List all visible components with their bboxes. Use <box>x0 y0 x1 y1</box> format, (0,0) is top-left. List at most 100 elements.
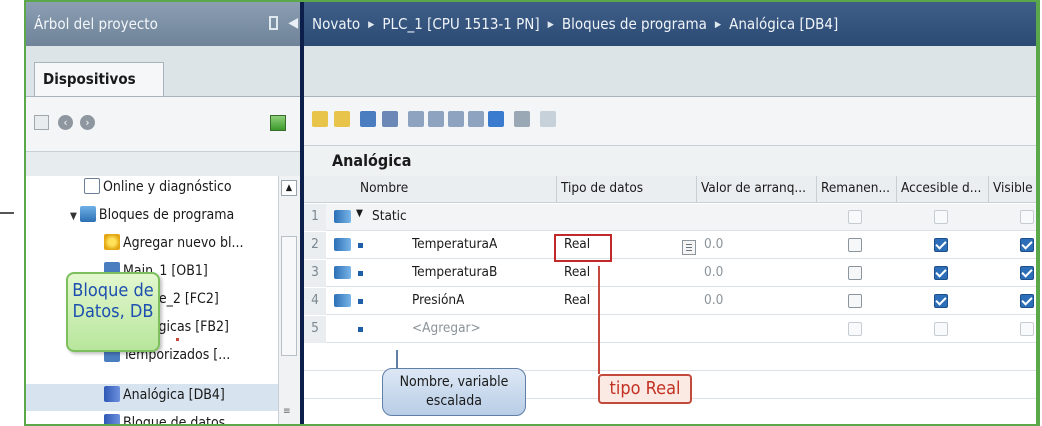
table-row[interactable]: 2 TemperaturaA Real 0.0 <box>304 232 1036 259</box>
table-row-add[interactable]: 5 <Agregar> <box>304 316 1036 343</box>
breadcrumb-arrow-icon: ▶ <box>714 20 722 30</box>
breadcrumb-arrow-icon: ▶ <box>547 20 554 30</box>
project-tree-title-bar: Árbol del proyecto ◀ <box>26 2 300 46</box>
collapse-left-icon[interactable]: ◀ <box>288 15 298 31</box>
scrollbar-thumb[interactable] <box>281 236 297 356</box>
tree-item-online-diagnostics[interactable]: Online y diagnóstico <box>84 178 232 205</box>
breadcrumb: Novato ▶ PLC_1 [CPU 1513-1 PN] ▶ Bloques de … <box>304 2 1036 46</box>
callout-data-block: Bloque de Datos, DB <box>66 272 160 352</box>
copy-snapshot-icon[interactable] <box>428 111 444 127</box>
breadcrumb-program-blocks[interactable]: Bloques de programa <box>562 15 707 33</box>
row-type[interactable]: Real <box>560 260 590 287</box>
type-highlight-box <box>554 234 612 262</box>
table-view-icon[interactable] <box>488 111 504 127</box>
editor-panel: Novato ▶ PLC_1 [CPU 1513-1 PN] ▶ Bloques de … <box>304 2 1036 424</box>
block-title: Analógica <box>332 151 412 170</box>
expand-triangle-icon[interactable]: ▼ <box>70 211 77 222</box>
keep-values-icon[interactable] <box>514 111 530 127</box>
tree-item-analogica-db4[interactable]: Analógica [DB4] <box>104 386 225 413</box>
row-name[interactable]: Static <box>368 204 407 231</box>
load-snapshot-icon[interactable] <box>448 111 464 127</box>
tia-portal-window: Árbol del proyecto ◀ Dispositivos ‹ › On… <box>24 0 1040 426</box>
expand-all-icon[interactable] <box>360 111 376 127</box>
column-header-accesible[interactable]: Accesible d... <box>896 176 988 203</box>
column-header-valor[interactable]: Valor de arranq... <box>696 176 816 203</box>
resize-grip-icon[interactable]: ≡ <box>283 406 291 417</box>
table-row-empty <box>304 344 1036 371</box>
forward-icon[interactable]: › <box>80 115 95 130</box>
table-row[interactable]: 3 TemperaturaB Real 0.0 <box>304 260 1036 287</box>
column-header-remanente[interactable]: Remanen... <box>816 176 896 203</box>
row-name[interactable]: TemperaturaA <box>408 232 497 259</box>
table-row[interactable]: 1 ▼ Static <box>304 204 1036 231</box>
header-spacer <box>326 176 356 203</box>
accessible-checkbox[interactable] <box>934 266 948 280</box>
row-start-value[interactable]: 0.0 <box>700 232 723 259</box>
tree-item-data-block[interactable]: Bloque de datos <box>104 414 225 424</box>
callout-real-type: tipo Real <box>598 374 692 404</box>
collapse-all-icon[interactable] <box>382 111 398 127</box>
table-row[interactable]: 4 PresiónA Real 0.0 <box>304 288 1036 315</box>
tree-item-program-blocks[interactable]: ▼ Bloques de programa <box>70 206 234 233</box>
table-header: Nombre Tipo de datos Valor de arranq... … <box>304 176 1036 203</box>
tree-item-add-block[interactable]: Agregar nuevo bl... <box>104 234 244 261</box>
column-header-tipo[interactable]: Tipo de datos <box>556 176 696 203</box>
row-name[interactable]: TemperaturaB <box>408 260 497 287</box>
accessible-checkbox[interactable] <box>934 294 948 308</box>
tree-spacer <box>26 152 300 176</box>
tab-dispositivos[interactable]: Dispositivos <box>34 62 164 96</box>
column-header-nombre[interactable]: Nombre <box>356 176 556 203</box>
callout-leader <box>176 338 179 341</box>
folder-icon <box>79 206 96 222</box>
data-type-list-icon[interactable] <box>682 240 696 255</box>
add-row-icon[interactable] <box>334 111 350 127</box>
sync-icon[interactable] <box>270 115 286 131</box>
snapshot-icon[interactable] <box>408 111 424 127</box>
db-icon <box>104 386 120 402</box>
row-number: 5 <box>304 316 326 343</box>
collapse-triangle-icon[interactable]: ▼ <box>356 208 363 219</box>
breadcrumb-db[interactable]: Analógica [DB4] <box>729 15 838 33</box>
accessible-checkbox <box>934 322 948 336</box>
project-tree-title: Árbol del proyecto <box>34 15 158 33</box>
breadcrumb-plc[interactable]: PLC_1 [CPU 1513-1 PN] <box>382 15 539 33</box>
scroll-up-icon[interactable]: ▲ <box>281 180 297 196</box>
row-number: 4 <box>304 288 326 315</box>
project-tree-panel: Árbol del proyecto ◀ Dispositivos ‹ › On… <box>26 2 300 424</box>
back-icon[interactable]: ‹ <box>58 115 73 130</box>
retain-checkbox <box>848 210 862 224</box>
tree-scrollbar[interactable]: ▲ ≡ <box>278 176 300 424</box>
db-variable-icon <box>334 266 351 279</box>
row-type[interactable]: Real <box>560 288 590 315</box>
retain-checkbox[interactable] <box>848 266 862 280</box>
monitor-icon[interactable] <box>540 111 556 127</box>
visible-checkbox[interactable] <box>1020 238 1034 252</box>
pin-icon[interactable] <box>269 16 278 30</box>
row-number: 3 <box>304 260 326 287</box>
retain-checkbox[interactable] <box>848 294 862 308</box>
accessible-checkbox <box>934 210 948 224</box>
breadcrumb-project[interactable]: Novato <box>312 15 360 33</box>
retain-checkbox[interactable] <box>848 238 862 252</box>
reset-icon[interactable] <box>468 111 484 127</box>
bullet-icon <box>358 271 363 276</box>
row-start-value[interactable]: 0.0 <box>700 288 723 315</box>
new-item-icon[interactable] <box>34 115 49 130</box>
db-variable-icon <box>334 238 351 251</box>
insert-row-icon[interactable] <box>312 111 328 127</box>
visible-checkbox[interactable] <box>1020 266 1034 280</box>
row-name[interactable]: PresiónA <box>408 288 464 315</box>
editor-toolbar <box>304 96 1036 146</box>
column-header-visible[interactable]: Visible <box>988 176 1036 203</box>
row-number: 2 <box>304 232 326 259</box>
row-start-value[interactable]: 0.0 <box>700 260 723 287</box>
breadcrumb-arrow-icon: ▶ <box>368 20 375 30</box>
retain-checkbox <box>848 322 862 336</box>
visible-checkbox[interactable] <box>1020 294 1034 308</box>
accessible-checkbox[interactable] <box>934 238 948 252</box>
project-tree-toolbar: ‹ › <box>26 96 300 152</box>
callout-leader <box>396 350 398 368</box>
add-row-placeholder[interactable]: <Agregar> <box>408 316 481 343</box>
tab-strip: Dispositivos <box>26 46 300 96</box>
visible-checkbox <box>1020 322 1034 336</box>
